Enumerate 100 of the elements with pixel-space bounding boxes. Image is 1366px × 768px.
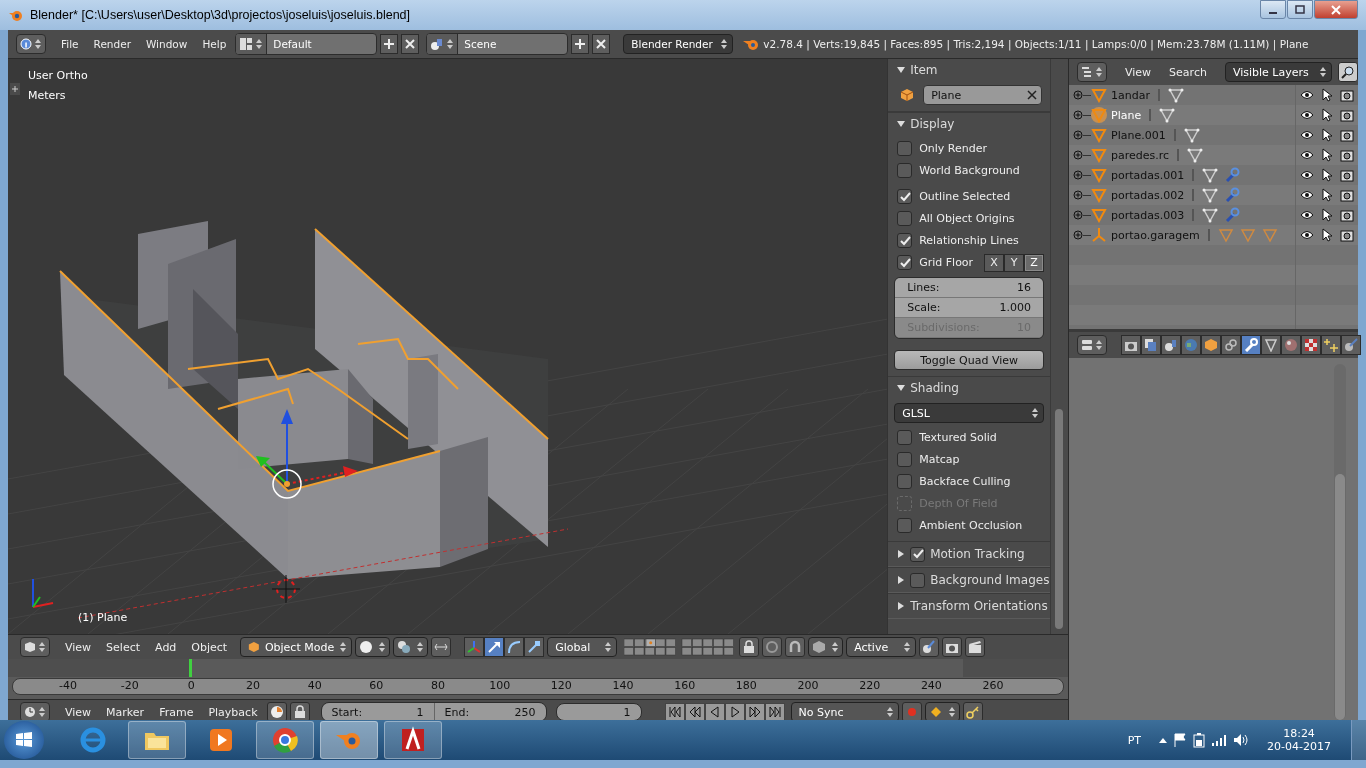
properties-tab[interactable]	[1201, 335, 1221, 355]
expand-icon[interactable]	[897, 550, 906, 558]
properties-tab[interactable]	[1321, 335, 1341, 355]
delete-button[interactable]	[592, 34, 611, 54]
expand-icon[interactable]	[1073, 170, 1083, 180]
proportional-edit-button[interactable]	[762, 637, 783, 657]
panel-title[interactable]: Background Images	[930, 573, 1050, 587]
mesh-data-icon[interactable]	[1202, 207, 1219, 223]
camera-icon[interactable]	[1340, 228, 1354, 242]
checkbox-label[interactable]: Grid Floor	[919, 256, 974, 269]
eye-icon[interactable]	[1300, 90, 1314, 100]
checkbox[interactable]	[910, 546, 926, 562]
object-name[interactable]: 1andar	[1111, 88, 1150, 102]
close-button[interactable]	[1314, 0, 1358, 19]
eye-icon[interactable]	[1300, 170, 1314, 180]
eye-icon[interactable]	[1300, 110, 1314, 120]
keying-set-dropdown[interactable]	[924, 702, 960, 722]
taskbar-app-button[interactable]	[256, 721, 314, 759]
scene-field[interactable]: Scene	[426, 33, 569, 55]
checkbox[interactable]	[897, 211, 913, 226]
cursor-icon[interactable]	[1322, 148, 1332, 162]
camera-icon[interactable]	[1340, 208, 1354, 222]
object-name-field[interactable]: Plane	[923, 85, 1042, 105]
toggle-quad-view-button[interactable]: Toggle Quad View	[894, 350, 1044, 370]
object-name[interactable]: portadas.002	[1111, 188, 1185, 202]
checkbox-label[interactable]: All Object Origins	[919, 212, 1015, 225]
mesh-data-icon[interactable]	[1187, 147, 1204, 163]
lock-button[interactable]	[289, 702, 310, 722]
camera-icon[interactable]	[1340, 188, 1354, 202]
checkbox[interactable]	[897, 233, 913, 248]
object-name[interactable]: portadas.001	[1111, 168, 1185, 182]
search-button[interactable]	[1338, 62, 1358, 82]
expand-icon[interactable]	[1073, 110, 1083, 120]
clock[interactable]: 18:24 20-04-2017	[1267, 727, 1331, 753]
current-frame-field[interactable]: 1	[555, 703, 642, 721]
number-field[interactable]: Scale: 1.000	[895, 298, 1043, 318]
collapse-icon[interactable]	[897, 120, 906, 128]
menu-item[interactable]: View	[1119, 62, 1158, 82]
cursor-icon[interactable]	[1322, 168, 1332, 182]
checkbox-label[interactable]: Only Render	[919, 142, 988, 155]
properties-tab[interactable]	[1281, 335, 1301, 355]
render-image-button[interactable]	[942, 637, 963, 657]
opengl-render-button[interactable]	[919, 637, 940, 657]
panel-title[interactable]: Transform Orientations	[910, 599, 1048, 613]
cursor-icon[interactable]	[1322, 108, 1332, 122]
checkbox-label[interactable]: Ambient Occlusion	[919, 519, 1023, 532]
signal-icon[interactable]	[1211, 734, 1228, 746]
menu-item[interactable]: View	[59, 702, 98, 722]
object-name[interactable]: paredes.rc	[1111, 148, 1170, 162]
checkbox-label[interactable]: Matcap	[919, 453, 960, 466]
menu-item[interactable]: Window	[139, 34, 194, 54]
mesh-data-icon[interactable]	[1159, 107, 1176, 123]
language-indicator[interactable]: PT	[1127, 733, 1142, 747]
object-name[interactable]: Plane.001	[1111, 128, 1166, 142]
panel-title[interactable]: Shading	[910, 381, 959, 395]
number-field[interactable]: Lines: 16	[895, 278, 1043, 298]
checkbox-label[interactable]: World Background	[919, 164, 1020, 177]
object-name[interactable]: portadas.003	[1111, 208, 1185, 222]
delete-button[interactable]	[401, 34, 420, 54]
menu-item[interactable]: Select	[100, 637, 147, 657]
checkbox[interactable]	[897, 141, 913, 156]
maximize-button[interactable]	[1287, 0, 1313, 19]
checkbox-label[interactable]: Outline Selected	[919, 190, 1011, 203]
editor-type-button[interactable]	[16, 34, 46, 54]
camera-icon[interactable]	[1340, 128, 1354, 142]
checkbox-label[interactable]: Textured Solid	[919, 431, 997, 444]
panel-title[interactable]: Display	[910, 117, 955, 131]
expand-icon[interactable]	[1073, 230, 1083, 240]
orientation-dropdown[interactable]: Global	[547, 637, 618, 657]
shading-mode-dropdown[interactable]: GLSL	[894, 403, 1044, 423]
expand-icon[interactable]	[1073, 190, 1083, 200]
frame-ruler[interactable]: -40 -20 0 20 40 60 80 100 120 140 160 180 200 220 240 260	[12, 678, 1064, 695]
properties-tab[interactable]	[1221, 335, 1241, 355]
properties-tab[interactable]	[1121, 335, 1141, 355]
expand-icon[interactable]	[897, 576, 906, 584]
eye-icon[interactable]	[1300, 210, 1314, 220]
cursor-icon[interactable]	[1322, 228, 1332, 242]
checkbox[interactable]	[897, 452, 913, 467]
expand-tools-button[interactable]	[10, 83, 20, 95]
properties-tab[interactable]	[1301, 335, 1321, 355]
snap-target-dropdown[interactable]: Active	[846, 637, 917, 657]
menu-item[interactable]: Search	[1163, 62, 1213, 82]
record-button[interactable]	[901, 702, 922, 722]
expand-icon[interactable]	[1073, 210, 1083, 220]
pivot-dropdown[interactable]	[393, 637, 429, 657]
taskbar-app-button[interactable]	[128, 721, 186, 759]
menu-item[interactable]: Marker	[100, 702, 151, 722]
insert-keyframe-button[interactable]	[962, 702, 983, 722]
collapse-icon[interactable]	[897, 66, 906, 74]
menu-item[interactable]: File	[55, 34, 85, 54]
mode-dropdown[interactable]: Object Mode	[240, 637, 353, 657]
eye-icon[interactable]	[1300, 230, 1314, 240]
add-button[interactable]	[380, 34, 399, 54]
checkbox[interactable]	[897, 474, 913, 489]
cursor-icon[interactable]	[1322, 188, 1332, 202]
flag-icon[interactable]	[1173, 733, 1188, 747]
sync-dropdown[interactable]: No Sync	[790, 702, 899, 722]
manipulator-button[interactable]	[484, 637, 505, 657]
expand-icon[interactable]	[1073, 130, 1083, 140]
editor-type-button[interactable]	[20, 637, 50, 657]
